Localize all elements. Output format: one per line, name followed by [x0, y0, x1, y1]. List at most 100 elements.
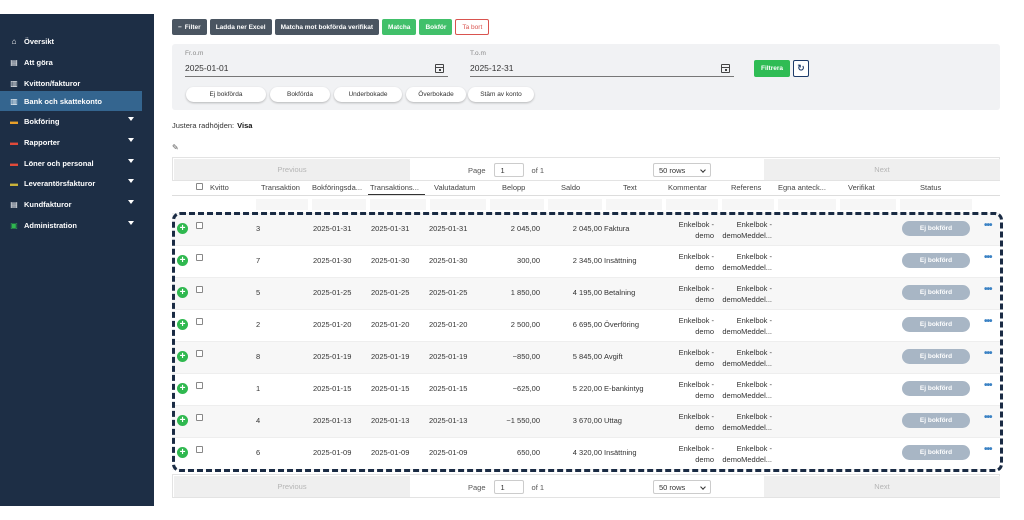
previous-button[interactable]: Previous: [174, 159, 410, 180]
plus-icon[interactable]: +: [177, 383, 188, 394]
row-checkbox[interactable]: [196, 286, 203, 293]
table-row[interactable]: + 8 2025-01-19 2025-01-19 2025-01-19 −85…: [172, 342, 1000, 374]
col-egna-anteckningar[interactable]: Egna anteck...: [778, 183, 836, 192]
select-all-checkbox[interactable]: [196, 183, 203, 190]
plus-icon[interactable]: +: [177, 319, 188, 330]
more-options-icon[interactable]: •••: [984, 444, 992, 455]
quick-filter-ej-bokforda[interactable]: Ej bokförda: [186, 87, 266, 102]
sidebar-item-att-gora[interactable]: ▤ Att göra: [0, 52, 142, 72]
page-input[interactable]: 1: [493, 163, 524, 177]
pin-icon[interactable]: ✎: [172, 143, 179, 152]
filter-cell[interactable]: [900, 199, 972, 210]
next-button[interactable]: Next: [764, 159, 1000, 180]
more-options-icon[interactable]: •••: [984, 220, 992, 231]
plus-icon[interactable]: +: [177, 415, 188, 426]
sidebar-item-rapporter[interactable]: ▬ Rapporter: [0, 132, 142, 152]
sidebar-item-administration[interactable]: ▣ Administration: [0, 215, 142, 235]
col-kvitto[interactable]: Kvitto: [210, 183, 229, 192]
row-checkbox[interactable]: [196, 350, 203, 357]
status-badge[interactable]: Ej bokförd: [902, 413, 970, 428]
table-row[interactable]: + 2 2025-01-20 2025-01-20 2025-01-20 2 5…: [172, 310, 1000, 342]
to-date-input[interactable]: 2025-12-31: [470, 63, 513, 73]
filter-cell[interactable]: [370, 199, 426, 210]
col-text[interactable]: Text: [623, 183, 637, 192]
row-checkbox[interactable]: [196, 222, 203, 229]
plus-icon[interactable]: +: [177, 351, 188, 362]
row-checkbox[interactable]: [196, 382, 203, 389]
plus-icon[interactable]: +: [177, 255, 188, 266]
filter-cell[interactable]: [490, 199, 544, 210]
row-checkbox[interactable]: [196, 446, 203, 453]
row-checkbox[interactable]: [196, 318, 203, 325]
row-checkbox[interactable]: [196, 414, 203, 421]
plus-icon[interactable]: +: [177, 223, 188, 234]
more-options-icon[interactable]: •••: [984, 412, 992, 423]
col-kommentar[interactable]: Kommentar: [668, 183, 707, 192]
col-verifikat[interactable]: Verifikat: [848, 183, 875, 192]
filter-cell[interactable]: [430, 199, 486, 210]
status-badge[interactable]: Ej bokförd: [902, 253, 970, 268]
refresh-icon[interactable]: ↻: [793, 60, 809, 77]
remove-button[interactable]: Ta bort: [455, 19, 490, 35]
quick-filter-bokforda[interactable]: Bokförda: [270, 87, 330, 102]
filter-cell[interactable]: [840, 199, 896, 210]
filter-cell[interactable]: [778, 199, 836, 210]
status-badge[interactable]: Ej bokförd: [902, 285, 970, 300]
more-options-icon[interactable]: •••: [984, 348, 992, 359]
col-valutadatum[interactable]: Valutadatum: [434, 183, 476, 192]
sidebar-item-bank[interactable]: ▥ Bank och skattekonto: [0, 91, 142, 111]
col-referens[interactable]: Referens: [731, 183, 761, 192]
filter-cell[interactable]: [548, 199, 602, 210]
plus-icon[interactable]: +: [177, 447, 188, 458]
col-belopp[interactable]: Belopp: [502, 183, 525, 192]
more-options-icon[interactable]: •••: [984, 316, 992, 327]
previous-button[interactable]: Previous: [174, 476, 410, 497]
next-button[interactable]: Next: [764, 476, 1000, 497]
more-options-icon[interactable]: •••: [984, 284, 992, 295]
table-row[interactable]: + 5 2025-01-25 2025-01-25 2025-01-25 1 8…: [172, 278, 1000, 310]
table-row[interactable]: + 6 2025-01-09 2025-01-09 2025-01-09 650…: [172, 438, 1000, 470]
filter-button[interactable]: − Filter: [172, 19, 207, 35]
status-badge[interactable]: Ej bokförd: [902, 445, 970, 460]
rows-per-page-select[interactable]: 50 rows: [653, 480, 711, 494]
table-row[interactable]: + 7 2025-01-30 2025-01-30 2025-01-30 300…: [172, 246, 1000, 278]
table-row[interactable]: + 3 2025-01-31 2025-01-31 2025-01-31 2 0…: [172, 214, 1000, 246]
more-options-icon[interactable]: •••: [984, 252, 992, 263]
match-button[interactable]: Matcha: [382, 19, 417, 35]
page-input[interactable]: 1: [493, 480, 524, 494]
row-checkbox[interactable]: [196, 254, 203, 261]
table-row[interactable]: + 1 2025-01-15 2025-01-15 2025-01-15 −62…: [172, 374, 1000, 406]
quick-filter-stam-av-konto[interactable]: Stäm av konto: [468, 87, 534, 102]
col-bokforingsdatum[interactable]: Bokföringsda...: [312, 183, 366, 192]
col-transaktionsdatum[interactable]: Transaktions...: [370, 183, 426, 192]
sidebar-item-kundfakturor[interactable]: ▤ Kundfakturor: [0, 194, 142, 214]
filter-cell[interactable]: [722, 199, 774, 210]
match-booked-button[interactable]: Matcha mot bokförda verifikat: [274, 19, 380, 35]
status-badge[interactable]: Ej bokförd: [902, 349, 970, 364]
filtrera-button[interactable]: Filtrera: [754, 60, 790, 77]
from-date-input[interactable]: 2025-01-01: [185, 63, 228, 73]
download-excel-button[interactable]: Ladda ner Excel: [209, 19, 272, 35]
col-transaktion[interactable]: Transaktion: [261, 183, 300, 192]
status-badge[interactable]: Ej bokförd: [902, 221, 970, 236]
quick-filter-underbokade[interactable]: Underbokade: [334, 87, 402, 102]
rows-per-page-select[interactable]: 50 rows: [653, 163, 711, 177]
more-options-icon[interactable]: •••: [984, 380, 992, 391]
filter-cell[interactable]: [666, 199, 718, 210]
sidebar-item-bokforing[interactable]: ▬ Bokföring: [0, 111, 142, 131]
plus-icon[interactable]: +: [177, 287, 188, 298]
filter-cell[interactable]: [312, 199, 366, 210]
row-height-toggle[interactable]: Visa: [237, 121, 252, 130]
sidebar-item-oversikt[interactable]: ⌂ Översikt: [0, 31, 142, 51]
sidebar-item-loner[interactable]: ▬ Löner och personal: [0, 153, 142, 173]
col-saldo[interactable]: Saldo: [561, 183, 580, 192]
sidebar-item-kvitton[interactable]: ▥ Kvitton/fakturor: [0, 73, 142, 93]
filter-cell[interactable]: [606, 199, 662, 210]
status-badge[interactable]: Ej bokförd: [902, 317, 970, 332]
sidebar-item-leverantor[interactable]: ▬ Leverantörsfakturor: [0, 173, 142, 193]
table-row[interactable]: + 4 2025-01-13 2025-01-13 2025-01-13 −1 …: [172, 406, 1000, 438]
col-status[interactable]: Status: [920, 183, 941, 192]
filter-cell[interactable]: [256, 199, 308, 210]
status-badge[interactable]: Ej bokförd: [902, 381, 970, 396]
book-button[interactable]: Bokför: [419, 19, 453, 35]
